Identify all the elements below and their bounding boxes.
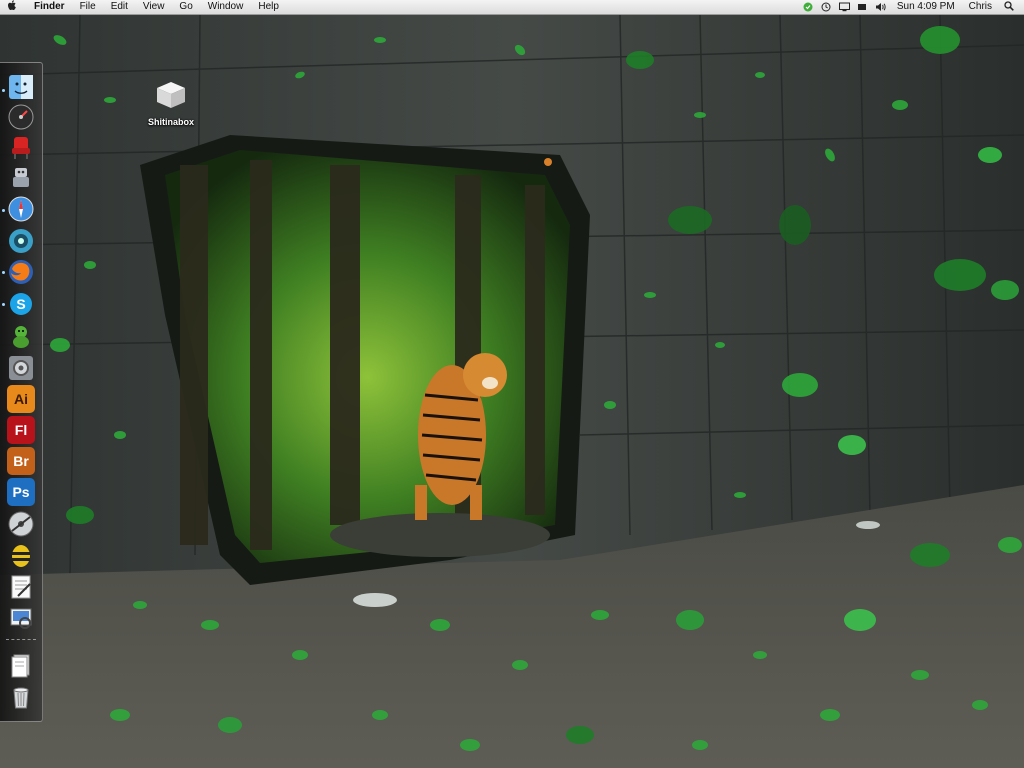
dock-separator [6,639,36,640]
trash-icon [13,687,29,709]
dock-bridge[interactable]: Br [7,447,35,475]
running-indicator [2,209,5,212]
safari-compass-icon [8,196,34,222]
menu-go[interactable]: Go [179,0,192,14]
menu-bar: Finder File Edit View Go Window Help Sun… [0,0,1024,15]
time-machine-icon[interactable] [821,2,831,12]
menu-app-finder[interactable]: Finder [34,0,65,14]
dock-flash[interactable]: Fl [7,416,35,444]
flash-icon: Fl [14,422,28,438]
dashboard-icon [8,104,34,130]
menu-help[interactable]: Help [258,0,279,14]
dock-adium[interactable] [7,322,35,350]
textedit-icon [11,575,31,599]
dock-finder[interactable] [7,73,35,101]
document-stack-icon [11,654,30,678]
fast-user-switch[interactable]: Chris [969,0,992,14]
disc-player-icon [9,229,33,253]
automator-robot-icon [13,168,29,187]
apple-logo-icon[interactable] [6,0,18,15]
dock-bee-app[interactable] [7,541,35,569]
red-chair-icon [12,137,30,159]
dock-system-preferences[interactable] [7,354,35,382]
illustrator-icon: Ai [14,391,28,407]
menu-view[interactable]: View [143,0,165,14]
menu-window[interactable]: Window [208,0,244,14]
desktop-screen: Finder File Edit View Go Window Help Sun… [0,0,1024,768]
jungle-tiger-wallpaper [0,15,1024,768]
film-reel-icon [8,511,34,537]
menu-file[interactable]: File [80,0,96,14]
system-preferences-icon [9,356,33,380]
bee-icon [12,545,30,567]
adium-duck-icon [13,326,29,348]
dock-preview[interactable] [7,604,35,632]
dock-safari[interactable] [7,195,35,223]
dock-illustrator[interactable]: Ai [7,385,35,413]
menubar-clock[interactable]: Sun 4:09 PM [897,0,955,14]
dock-automator[interactable] [7,163,35,191]
display-icon[interactable] [838,2,850,12]
dock-chair-app[interactable] [7,133,35,161]
firefox-icon [9,260,33,284]
dock-documents-stack[interactable] [7,651,35,679]
dock-skype[interactable]: S [7,290,35,318]
skype-icon: S [10,293,32,315]
dock-textedit[interactable] [7,573,35,601]
menu-extra-icon[interactable] [857,2,867,12]
running-indicator [2,303,5,306]
menu-edit[interactable]: Edit [111,0,128,14]
bridge-icon: Br [13,453,29,469]
spotlight-search-icon[interactable] [1004,0,1014,14]
running-indicator [2,89,5,92]
svg-text:S: S [16,296,25,312]
dock-final-cut[interactable] [7,510,35,538]
preview-icon [10,608,32,629]
finder-icon [9,75,33,99]
desktop-icon-shitinabox[interactable]: Shitinabox [146,80,196,127]
volume-icon[interactable] [875,2,886,12]
desktop-icon-label: Shitinabox [147,117,194,127]
dock-firefox[interactable] [7,258,35,286]
dock: S Ai Fl Br Ps [0,62,43,722]
running-indicator [2,271,5,274]
dock-trash[interactable] [7,683,35,711]
photoshop-icon: Ps [12,484,30,500]
white-box-icon [157,82,185,108]
dock-dashboard[interactable] [7,103,35,131]
dock-photoshop[interactable]: Ps [7,478,35,506]
dock-dvd-player[interactable] [7,227,35,255]
battery-green-icon[interactable] [803,2,813,12]
